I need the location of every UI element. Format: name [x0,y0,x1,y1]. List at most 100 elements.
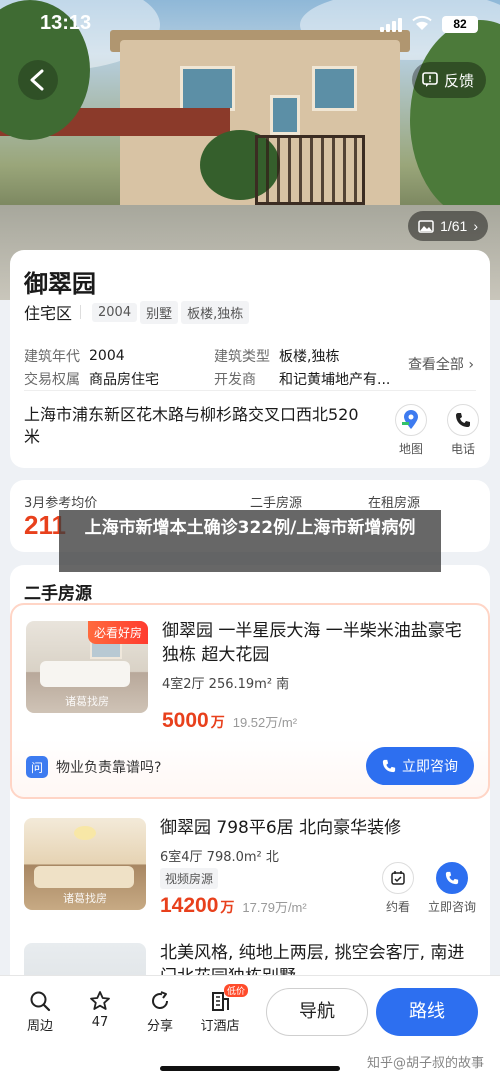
qa-text: 物业负责靠谱吗? [56,760,162,776]
photo-counter[interactable]: 1/61 › [408,211,488,241]
estate-tag: 2004 [92,302,138,322]
estate-type-row: 住宅区 2004 别墅 板楼,独栋 [24,300,250,324]
estate-tag: 别墅 [140,300,179,324]
phone-icon [447,404,479,436]
listing-price: 14200 万 17.79万/m² [160,894,307,918]
navigation-button[interactable]: 导航 [266,988,368,1036]
bottom-action-bar: 周边 47 分享 低价 订酒店 导航 路线 知乎@胡子叔的故事 [0,975,500,1081]
feedback-icon [422,72,438,87]
phone-label: 电话 [450,442,475,456]
photo-counter-text: 1/61 [440,218,468,234]
chandelier [74,826,96,840]
spec-row: 建筑年代 2004 建筑类型 板楼,独栋 [24,344,404,367]
map-label: 地图 [398,442,423,456]
second-hand-label: 二手房源 [250,496,303,511]
listing-title: 御翠园 一半星辰大海 一半柴米油盐豪宅独栋 超大花园 [162,621,462,665]
section-title: 二手房源 [24,584,92,604]
ref-price-label: 3月参考均价 [24,496,98,511]
sofa [34,866,134,888]
phone-button[interactable]: 电话 [438,404,488,457]
watermark: 诸葛找房 [63,892,107,905]
map-pin-icon [395,404,427,436]
price-unit: 万 [210,714,225,730]
divider [80,305,82,319]
signal-icon [380,18,402,32]
divider [24,390,476,391]
listing-meta: 6室4厅 798.0m² 北 [160,850,279,865]
price-value: 14200 [160,894,219,917]
tab-label: 订酒店 [200,1019,240,1034]
chevron-right-icon: › [473,218,478,234]
featured-badge: 必看好房 [87,621,148,644]
listing-thumbnail: 诸葛找房 [24,818,146,910]
price-unit: 万 [220,899,235,915]
phone-icon [382,759,396,773]
chevron-left-icon [30,69,44,91]
video-tag: 视频房源 [160,868,219,889]
question-icon: 问 [26,756,48,778]
tab-favorite[interactable]: 47 [74,990,126,1030]
home-indicator[interactable] [160,1066,340,1071]
spec-key: 建筑类型 [214,348,270,365]
chevron-right-icon: › [468,357,474,373]
image-icon [418,219,434,233]
bathtub [40,661,130,687]
watermark: 诸葛找房 [65,695,109,708]
estate-name: 御翠园 [24,270,96,298]
consult-button[interactable]: 立即咨询 [424,862,480,915]
tab-nearby[interactable]: 周边 [14,990,66,1034]
listing-title: 御翠园 798平6居 北向豪华装修 [160,818,402,838]
status-bar: 13:13 82 [0,12,500,36]
book-viewing-button[interactable]: 约看 [370,862,426,915]
listing-tags: 视频房源 [160,868,219,889]
spec-key: 开发商 [214,371,256,388]
spec-value: 板楼,独栋 [279,348,340,365]
unit-price: 17.79万/m² [242,900,307,915]
watermark: 知乎@胡子叔的故事 [366,1056,484,1071]
tab-label: 周边 [26,1019,53,1034]
house-window [270,95,300,135]
house-window [180,66,235,111]
listing-item[interactable]: 诸葛找房 御翠园 798平6居 北向豪华装修 6室4厅 798.0m² 北 视频… [10,810,490,940]
estate-category: 住宅区 [24,304,73,323]
tab-label: 分享 [146,1019,173,1034]
wifi-icon [412,15,432,30]
status-time: 13:13 [40,12,92,34]
spec-key: 建筑年代 [24,348,80,365]
route-button[interactable]: 路线 [376,988,478,1036]
listing-meta: 4室2厅 256.19m² 南 [162,677,290,692]
back-button[interactable] [18,60,58,100]
price-value: 5000 [162,709,209,732]
map-button[interactable]: 地图 [386,404,436,457]
tab-hotel[interactable]: 低价 订酒店 [194,984,248,1034]
estate-address: 上海市浦东新区花木路与柳杉路交叉口西北520米 [24,405,359,446]
tab-share[interactable]: 分享 [134,990,186,1034]
book-label: 约看 [385,900,410,914]
spec-key: 交易权属 [24,371,80,388]
overlay-caption: 上海市新增本土确诊322例/上海市新增病例 [59,510,441,572]
consult-button[interactable]: 立即咨询 [366,747,474,785]
tab-label: 47 [91,1015,109,1030]
unit-price: 19.52万/m² [232,715,298,730]
spec-value: 商品房住宅 [89,371,159,388]
phone-icon [436,862,468,894]
estate-specs: 建筑年代 2004 建筑类型 板楼,独栋 交易权属 商品房住宅 开发商 和记黄埔… [24,344,404,390]
consult-label: 立即咨询 [402,759,458,775]
spec-value: 和记黄埔地产有... [279,371,391,388]
see-all-link[interactable]: 查看全部 › [408,354,474,374]
feedback-label: 反馈 [443,71,474,90]
estate-tag: 板楼,独栋 [181,300,250,324]
listing-price: 5000 万 19.52万/m² [162,709,297,733]
hotel-badge: 低价 [223,984,248,997]
house-window [312,66,357,111]
listing-thumbnail: 必看好房 诸葛找房 [26,621,148,713]
battery-icon: 82 [442,16,478,33]
calendar-check-icon [382,862,414,894]
qa-bar[interactable]: 问 物业负责靠谱吗? 立即咨询 [26,747,474,787]
feedback-button[interactable]: 反馈 [411,62,486,98]
consult-label: 立即咨询 [427,900,476,914]
see-all-label: 查看全部 [407,357,464,373]
listing-item[interactable]: 必看好房 诸葛找房 御翠园 一半星辰大海 一半柴米油盐豪宅独栋 超大花园 4室2… [10,603,490,799]
spec-value: 2004 [89,347,125,364]
estate-info-card: 御翠园 住宅区 2004 别墅 板楼,独栋 建筑年代 2004 建筑类型 板楼,… [10,250,490,468]
